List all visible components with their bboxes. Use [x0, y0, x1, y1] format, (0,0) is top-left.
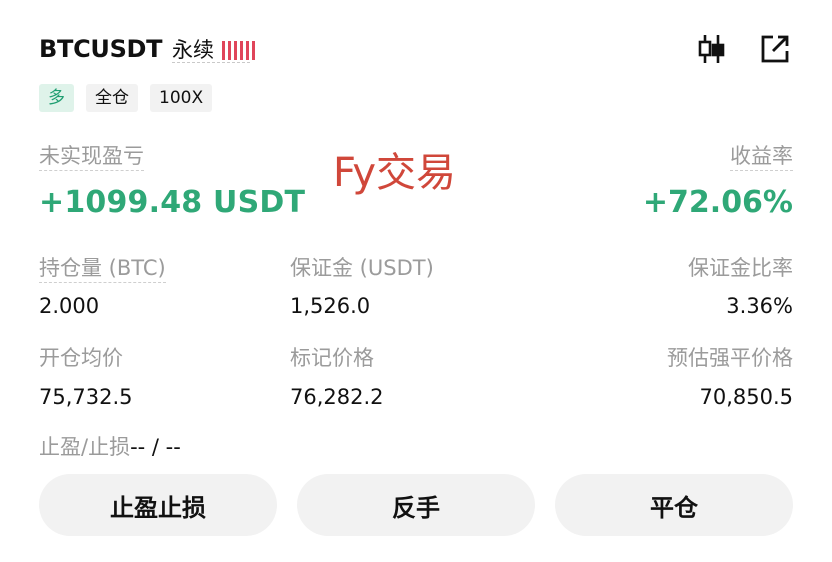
reverse-position-button[interactable]: 反手 [297, 474, 535, 536]
liq-price-label: 预估强平价格 [667, 346, 793, 370]
leverage-bar [240, 41, 243, 60]
margin-ratio-value: 3.36% [726, 294, 793, 318]
leverage-bar [228, 41, 231, 60]
leverage-bar [252, 41, 255, 60]
margin-mode-tag: 全仓 [86, 84, 138, 112]
close-position-button[interactable]: 平仓 [555, 474, 793, 536]
contract-type-label: 永续 [172, 38, 214, 62]
leverage-bars-indicator [222, 40, 255, 60]
candlestick-chart-icon[interactable] [694, 32, 728, 66]
leverage-bar [222, 41, 225, 60]
tpsl-button[interactable]: 止盈止损 [39, 474, 277, 536]
share-external-icon[interactable] [758, 32, 792, 66]
margin-ratio-label: 保证金比率 [688, 256, 793, 280]
mark-price-label: 标记价格 [290, 346, 374, 370]
tpsl-value: -- / -- [130, 435, 181, 459]
liq-price-value: 70,850.5 [699, 385, 793, 409]
mark-price-value: 76,282.2 [290, 385, 384, 409]
unrealized-pnl-value: +1099.48 USDT [39, 185, 306, 220]
contract-type-underline [172, 62, 250, 63]
leverage-bar [234, 41, 237, 60]
position-size-value: 2.000 [39, 294, 100, 318]
roi-value: +72.06% [642, 185, 793, 220]
entry-price-value: 75,732.5 [39, 385, 133, 409]
roi-label[interactable]: 收益率 [730, 144, 793, 171]
margin-label: 保证金 (USDT) [290, 256, 434, 280]
position-size-label[interactable]: 持仓量 (BTC) [39, 256, 166, 283]
leverage-bar [246, 41, 249, 60]
watermark-text: Fy交易 [333, 150, 457, 196]
unrealized-pnl-label[interactable]: 未实现盈亏 [39, 144, 144, 171]
position-side-tag: 多 [39, 84, 74, 112]
tpsl-label: 止盈/止损 [39, 435, 131, 459]
symbol-title: BTCUSDT [39, 35, 163, 63]
margin-value: 1,526.0 [290, 294, 371, 318]
tpsl-summary: 止盈/止损-- / -- [39, 433, 181, 461]
entry-price-label: 开仓均价 [39, 346, 123, 370]
leverage-tag: 100X [150, 84, 213, 112]
